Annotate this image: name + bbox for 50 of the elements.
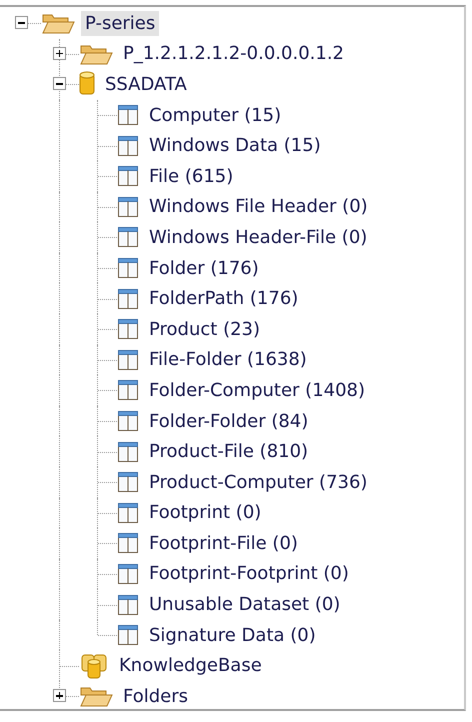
tree-item[interactable]: Windows Header-File (0) xyxy=(145,224,372,250)
tree-item[interactable]: File (615) xyxy=(145,164,238,189)
folder-icon xyxy=(41,12,75,34)
table-icon xyxy=(117,257,139,280)
folder-icon xyxy=(79,685,113,708)
table-icon xyxy=(117,440,139,463)
tree-item[interactable]: Folders xyxy=(119,684,192,709)
table-icon xyxy=(117,104,139,126)
table-icon xyxy=(117,562,139,585)
table-icon xyxy=(117,410,139,432)
tree-item[interactable]: Footprint (0) xyxy=(145,500,266,526)
tree-item[interactable]: Product-Computer (736) xyxy=(145,470,372,495)
table-icon xyxy=(117,502,139,524)
tree-item[interactable]: P_1.2.1.2.1.2-0.0.0.0.1.2 xyxy=(119,41,348,66)
tree-item[interactable]: Folder (176) xyxy=(145,256,263,281)
tree-item[interactable]: Signature Data (0) xyxy=(145,622,320,648)
tree-item[interactable]: File-Folder (1638) xyxy=(145,347,311,372)
expander-button[interactable] xyxy=(53,46,66,60)
tree-item[interactable]: Folder-Folder (84) xyxy=(145,408,312,434)
tree-item[interactable]: KnowledgeBase xyxy=(115,653,266,678)
table-icon xyxy=(117,288,139,310)
table-icon xyxy=(117,165,139,188)
table-icon xyxy=(117,318,139,340)
tree-item[interactable]: P-series xyxy=(81,10,160,36)
table-icon xyxy=(117,348,139,371)
tree-item[interactable]: SSADATA xyxy=(101,72,191,97)
tree-item[interactable]: Windows File Header (0) xyxy=(145,194,372,220)
table-icon xyxy=(117,594,139,616)
table-icon xyxy=(117,624,139,646)
table-icon xyxy=(117,471,139,494)
folder-icon xyxy=(79,42,113,65)
tree-item[interactable]: Unusable Dataset (0) xyxy=(145,592,344,618)
tree-item[interactable]: Product-File (810) xyxy=(145,439,312,464)
expander-button[interactable] xyxy=(15,16,28,30)
table-icon xyxy=(117,532,139,554)
table-icon xyxy=(117,134,139,157)
database-icon xyxy=(79,71,95,98)
table-icon xyxy=(117,379,139,402)
expander-button[interactable] xyxy=(53,689,66,702)
tree-item[interactable]: Footprint-File (0) xyxy=(145,530,302,556)
database-stack-icon xyxy=(79,652,109,679)
expander-button[interactable] xyxy=(53,77,66,90)
tree-item[interactable]: Folder-Computer (1408) xyxy=(145,378,370,403)
tree-item[interactable]: Footprint-Footprint (0) xyxy=(145,561,353,586)
tree-item[interactable]: Windows Data (15) xyxy=(145,133,325,158)
table-icon xyxy=(117,226,139,248)
tree-item[interactable]: Product (23) xyxy=(145,316,264,342)
tree-item[interactable]: Computer (15) xyxy=(145,102,286,128)
tree-item[interactable]: FolderPath (176) xyxy=(145,286,302,312)
table-icon xyxy=(117,196,139,218)
